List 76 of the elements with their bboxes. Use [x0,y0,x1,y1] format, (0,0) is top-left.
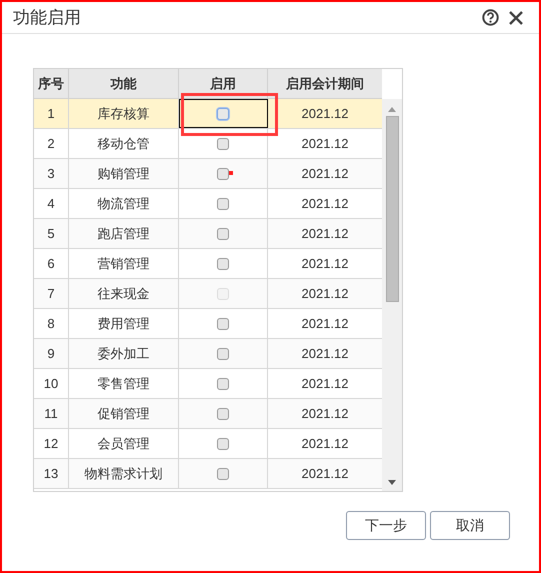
period-text: 2021.12 [302,374,348,393]
table-row[interactable]: 1 库存核算 2021.12 [34,99,382,129]
row-number: 3 [47,164,55,183]
table-row[interactable]: 2 移动仓管 2021.12 [34,129,382,159]
period-text: 2021.12 [302,254,348,273]
checkbox[interactable] [217,108,229,120]
checkbox[interactable] [217,318,229,330]
scroll-up-icon[interactable] [388,107,396,112]
table-row[interactable]: 8 费用管理 2021.12 [34,309,382,339]
period-text: 2021.12 [302,164,348,183]
table-row[interactable]: 6 营销管理 2021.12 [34,249,382,279]
dialog-button[interactable]: 下一步 [346,511,426,540]
checkbox[interactable] [217,438,229,450]
feature-name: 委外加工 [98,344,150,363]
row-number: 12 [44,434,58,453]
column-header: 功能 [69,69,179,98]
checkbox[interactable] [217,228,229,240]
scroll-thumb[interactable] [386,116,398,302]
column-header: 启用会计期间 [285,74,365,93]
table-row[interactable]: 9 委外加工 2021.12 [34,339,382,369]
checkbox[interactable] [217,378,229,390]
row-number: 2 [47,134,55,153]
row-number: 4 [47,194,55,213]
row-number: 7 [47,284,55,303]
period-text: 2021.12 [302,314,348,333]
period-text: 2021.12 [302,194,348,213]
period-text: 2021.12 [302,344,348,363]
feature-name: 会员管理 [98,434,150,453]
feature-name: 零售管理 [98,374,150,393]
period-text: 2021.12 [302,104,348,123]
table-row[interactable]: 4 物流管理 2021.12 [34,189,382,219]
close-icon[interactable] [509,10,523,24]
table-row[interactable]: 10 零售管理 2021.12 [34,369,382,399]
table-row[interactable]: 5 跑店管理 2021.12 [34,219,382,249]
period-text: 2021.12 [302,284,348,303]
checkbox[interactable] [217,258,229,270]
row-number: 6 [47,254,55,273]
checkbox[interactable] [217,138,229,150]
feature-name: 往来现金 [98,284,150,303]
feature-name: 费用管理 [98,314,150,333]
table-row[interactable]: 11 促销管理 2021.12 [34,399,382,429]
scroll-down-icon[interactable] [388,480,396,485]
window-title: 功能启用 [13,6,81,29]
row-number: 8 [47,314,55,333]
feature-name: 促销管理 [98,404,150,423]
column-header: 序号 [34,69,69,98]
feature-name: 移动仓管 [98,134,150,153]
feature-name: 物流管理 [98,194,150,213]
feature-name: 库存核算 [98,104,150,123]
feature-name: 物料需求计划 [84,464,162,483]
feature-name: 营销管理 [98,254,150,273]
checkbox[interactable] [217,198,229,210]
checkbox[interactable] [217,168,229,180]
checkbox[interactable] [217,408,229,420]
row-number: 1 [47,104,55,123]
dialog-button[interactable]: 取消 [430,511,510,540]
period-text: 2021.12 [302,134,348,153]
period-text: 2021.12 [302,224,348,243]
table-row[interactable]: 3 购销管理 2021.12 [34,159,382,189]
row-number: 5 [47,224,55,243]
period-text: 2021.12 [302,434,348,453]
table-row[interactable]: 12 会员管理 2021.12 [34,429,382,459]
checkbox[interactable] [217,468,229,480]
period-text: 2021.12 [302,464,348,483]
feature-name: 购销管理 [98,164,150,183]
row-number: 13 [44,464,58,483]
help-icon[interactable] [482,9,499,26]
checkbox[interactable] [217,348,229,360]
row-number: 10 [44,374,58,393]
row-number: 11 [44,404,58,423]
scrollbar[interactable] [382,99,402,491]
column-header: 启用 [179,69,268,98]
table-row[interactable]: 13 物料需求计划 2021.12 [34,459,382,489]
feature-name: 跑店管理 [98,224,150,243]
row-number: 9 [47,344,55,363]
period-text: 2021.12 [302,404,348,423]
